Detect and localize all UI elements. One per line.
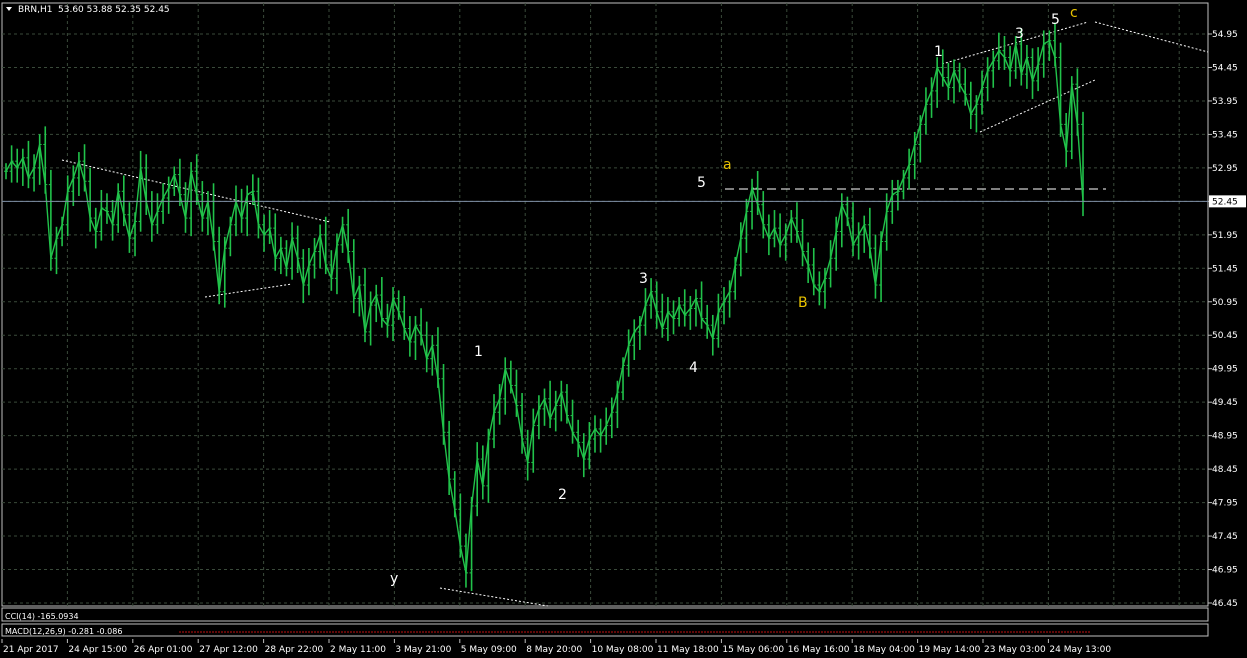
y-tick-label: 48.95 (1212, 432, 1238, 442)
wave-label: 1 (474, 344, 483, 360)
ohlc-readout: 53.60 53.88 52.35 52.45 (58, 5, 170, 15)
y-tick-label: 54.45 (1212, 63, 1238, 73)
x-tick-label: 5 May 09:00 (461, 645, 517, 655)
x-tick-label: 18 May 04:00 (853, 645, 915, 655)
indicator-label: MACD(12,26,9) -0.281 -0.086 (5, 627, 122, 636)
price-line (5, 39, 1084, 574)
y-tick-label: 51.95 (1212, 231, 1238, 241)
cci-pane (1, 607, 1209, 622)
y-tick-label: 49.95 (1212, 365, 1238, 375)
x-tick-label: 2 May 11:00 (330, 645, 386, 655)
x-tick-label: 23 May 03:00 (984, 645, 1046, 655)
y-tick-label: 54.95 (1212, 30, 1238, 40)
y-tick-label: 50.95 (1212, 298, 1238, 308)
macd-pane (1, 623, 1209, 637)
x-tick-label: 28 Apr 22:00 (265, 645, 324, 655)
y-tick-label: 46.45 (1212, 599, 1238, 609)
x-tick-label: 3 May 21:00 (395, 645, 451, 655)
x-tick-label: 26 Apr 01:00 (134, 645, 193, 655)
x-tick-label: 24 Apr 15:00 (68, 645, 127, 655)
y-tick-label: 47.45 (1212, 532, 1238, 542)
wave-label: c (1070, 5, 1078, 21)
x-tick-label: 8 May 20:00 (526, 645, 582, 655)
price-series (4, 22, 1085, 591)
x-tick-label: 15 May 06:00 (722, 645, 784, 655)
symbol-timeframe: BRN,H1 (18, 5, 53, 15)
wave-labels: y12345aB135 c (390, 5, 1078, 587)
x-tick-label: 21 Apr 2017 (3, 645, 59, 655)
wave-label: B (798, 295, 808, 311)
chart[interactable]: 54.95 54.45 53.95 53.45 52.95 52.45 51.95 51.45… (0, 0, 1247, 658)
wave-label: 5 (697, 175, 706, 191)
y-tick-label: 48.45 (1212, 465, 1238, 475)
x-axis: 21 Apr 2017 24 Apr 15:00 26 Apr 01:00 27 Ap… (1, 639, 1111, 655)
grid (1, 2, 1209, 607)
wave-label: y (390, 571, 398, 587)
trendlines[interactable] (61, 21, 1209, 607)
trendline[interactable] (1094, 21, 1209, 53)
x-tick-label: 24 May 13:00 (1049, 645, 1111, 655)
chart-header: BRN,H1 53.60 53.88 52.35 52.45 (6, 5, 170, 15)
y-tick-label: 53.95 (1212, 97, 1238, 107)
indicator-panes: CCI(14) -165.0934 MACD(12,26,9) -0.281 -0… (1, 607, 1209, 637)
y-tick-label: 46.95 (1212, 566, 1238, 576)
y-tick-label: 50.45 (1212, 331, 1238, 341)
plot-frame (1, 2, 1209, 607)
wave-label: a (723, 157, 732, 173)
wave-label: 4 (689, 360, 698, 376)
wave-label: 5 (1051, 12, 1060, 28)
wave-label: 3 (639, 271, 648, 287)
current-price-label: 52.45 (1212, 197, 1238, 207)
x-tick-label: 27 Apr 12:00 (199, 645, 258, 655)
x-tick-label: 10 May 08:00 (592, 645, 654, 655)
y-tick-label: 53.45 (1212, 130, 1238, 140)
y-tick-label: 47.95 (1212, 499, 1238, 509)
indicator-label: CCI(14) -165.0934 (5, 612, 79, 621)
y-tick-label: 52.95 (1212, 164, 1238, 174)
y-tick-label: 49.45 (1212, 398, 1238, 408)
y-tick-label: 51.45 (1212, 264, 1238, 274)
wave-label: 3 (1015, 26, 1024, 42)
wave-label: 2 (558, 487, 567, 503)
y-axis: 54.95 54.45 53.95 53.45 52.95 52.45 51.95 51.45… (1208, 30, 1238, 609)
x-tick-label: 19 May 14:00 (919, 645, 981, 655)
x-tick-label: 16 May 16:00 (788, 645, 850, 655)
x-tick-label: 11 May 18:00 (657, 645, 719, 655)
wave-label: 1 (934, 44, 943, 60)
chevron-down-icon[interactable] (6, 7, 12, 11)
